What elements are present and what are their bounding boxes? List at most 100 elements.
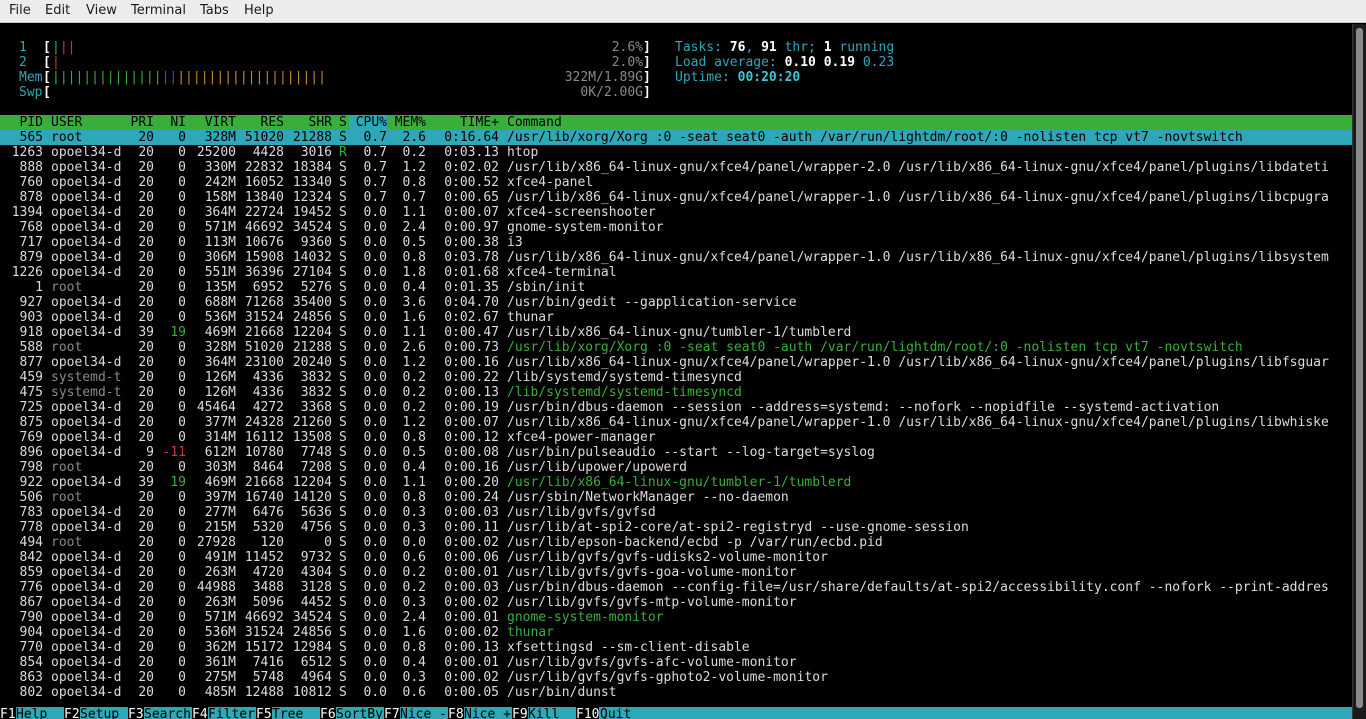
process-row[interactable]: 1 root 20 0 135M 6952 5276 S 0.0 0.4 0:01.35/sbin/…	[0, 280, 1352, 295]
column-header-pri[interactable]: PRI	[127, 115, 154, 130]
process-row[interactable]: 459 systemd-t 20 0 126M 4336 3832 S 0.0 0.2 0:00.2…	[0, 370, 1352, 385]
process-row[interactable]: 878 opoel34-d 20 0 158M 13840 12324 S 0.7 0.7 0:00…	[0, 190, 1352, 205]
cell-user: opoel34-d	[51, 430, 122, 445]
column-header-s[interactable]: S	[339, 115, 349, 130]
column-header-mem[interactable]: MEM%	[387, 115, 426, 130]
process-row[interactable]: 1394 opoel34-d 20 0 364M 22724 19452 S 0.0 1.1 0:0…	[0, 205, 1352, 220]
process-row[interactable]: 717 opoel34-d 20 0 113M 10676 9360 S 0.0 0.5 0:00.…	[0, 235, 1352, 250]
column-header-cpu[interactable]: CPU%	[349, 115, 387, 130]
menu-terminal[interactable]: Terminal	[131, 3, 186, 18]
process-row[interactable]: 877 opoel34-d 20 0 364M 23100 20240 S 0.0 1.2 0:00…	[0, 355, 1352, 370]
cell-mem: 0.4	[402, 460, 426, 475]
fkey-label-f9[interactable]: Kill	[528, 707, 575, 719]
process-row[interactable]: 927 opoel34-d 20 0 688M 71268 35400 S 0.0 3.6 0:04…	[0, 295, 1352, 310]
column-header-ni[interactable]: NI	[154, 115, 186, 130]
cell-cmd: /usr/lib/xorg/Xorg :0 -seat seat0 -auth …	[507, 130, 1243, 145]
fkey-f4[interactable]: F4	[192, 707, 208, 719]
process-row[interactable]: 494 root 20 0 27928 120 0 S 0.0 0.0 0:00.02/usr/li…	[0, 535, 1352, 550]
process-row[interactable]: 760 opoel34-d 20 0 242M 16052 13340 S 0.7 0.8 0:00…	[0, 175, 1352, 190]
column-header-user[interactable]: USER	[51, 115, 127, 130]
process-row[interactable]: 506 root 20 0 397M 16740 14120 S 0.0 0.8 0:00.24/u…	[0, 490, 1352, 505]
process-row[interactable]: 918 opoel34-d 39 19 469M 21668 12204 S 0.0 1.1 0:0…	[0, 325, 1352, 340]
process-row[interactable]: 903 opoel34-d 20 0 536M 31524 24856 S 0.0 1.6 0:02…	[0, 310, 1352, 325]
cell-pri: 20	[138, 370, 154, 385]
process-row[interactable]: 798 root 20 0 303M 8464 7208 S 0.0 0.4 0:00.16/usr…	[0, 460, 1352, 475]
fkey-f9[interactable]: F9	[512, 707, 528, 719]
process-row[interactable]: 875 opoel34-d 20 0 377M 24328 21260 S 0.0 1.2 0:00…	[0, 415, 1352, 430]
process-row[interactable]: 790 opoel34-d 20 0 571M 46692 34524 S 0.0 2.4 0:00…	[0, 610, 1352, 625]
fkey-label-f4[interactable]: Filter	[208, 707, 255, 719]
fkey-f1[interactable]: F1	[0, 707, 16, 719]
fkey-label-f1[interactable]: Help	[16, 707, 63, 719]
fkey-label-f10[interactable]: Quit	[600, 707, 631, 719]
terminal-scrollbar[interactable]	[1352, 24, 1366, 719]
fkey-f3[interactable]: F3	[128, 707, 144, 719]
column-header-res[interactable]: RES	[236, 115, 284, 130]
fkey-label-f8[interactable]: Nice +	[464, 707, 511, 719]
process-row[interactable]: 879 opoel34-d 20 0 306M 15908 14032 S 0.0 0.8 0:03…	[0, 250, 1352, 265]
cell-pri: 20	[138, 235, 154, 250]
cell-ni: 0	[178, 505, 186, 520]
cell-time: 0:00.12	[444, 430, 499, 445]
process-row[interactable]: 725 opoel34-d 20 0 45464 4272 3368 S 0.0 0.2 0:00.…	[0, 400, 1352, 415]
process-row[interactable]: 778 opoel34-d 20 0 215M 5320 4756 S 0.0 0.3 0:00.1…	[0, 520, 1352, 535]
cell-user: opoel34-d	[51, 565, 122, 580]
fkey-f10[interactable]: F10	[576, 707, 600, 719]
process-row[interactable]: 1226 opoel34-d 20 0 551M 36396 27104 S 0.0 1.8 0:0…	[0, 265, 1352, 280]
cell-mem: 1.2	[402, 160, 426, 175]
column-header-pid[interactable]: PID	[0, 115, 43, 130]
process-row[interactable]: 842 opoel34-d 20 0 491M 11452 9732 S 0.0 0.6 0:00.…	[0, 550, 1352, 565]
cell-mem: 0.2	[402, 580, 426, 595]
cell-mem: 3.6	[402, 295, 426, 310]
fkey-label-f2[interactable]: Setup	[80, 707, 127, 719]
process-row[interactable]: 867 opoel34-d 20 0 263M 5096 4452 S 0.0 0.3 0:00.0…	[0, 595, 1352, 610]
process-row[interactable]: 770 opoel34-d 20 0 362M 15172 12984 S 0.0 0.8 0:00…	[0, 640, 1352, 655]
load-average: Load average: 0.10 0.19 0.23	[675, 55, 895, 70]
process-row[interactable]: 859 opoel34-d 20 0 263M 4720 4304 S 0.0 0.2 0:00.0…	[0, 565, 1352, 580]
process-row[interactable]: 1263 opoel34-d 20 0 25200 4428 3016 R 0.7 0.2 0:03…	[0, 145, 1352, 160]
menu-file[interactable]: File	[9, 3, 31, 18]
fkey-label-f7[interactable]: Nice -	[400, 707, 447, 719]
process-row[interactable]: 802 opoel34-d 20 0 485M 12488 10812 S 0.0 0.6 0:00…	[0, 685, 1352, 700]
fkey-f8[interactable]: F8	[448, 707, 464, 719]
fkey-label-f6[interactable]: SortBy	[336, 707, 383, 719]
process-row[interactable]: 863 opoel34-d 20 0 275M 5748 4964 S 0.0 0.3 0:00.0…	[0, 670, 1352, 685]
scrollbar-thumb[interactable]	[1356, 28, 1363, 708]
column-header-shr[interactable]: SHR	[284, 115, 332, 130]
cell-virt: 571M	[204, 220, 236, 235]
process-row[interactable]: 588 root 20 0 328M 51020 21288 S 0.0 2.6 0:00.73/u…	[0, 340, 1352, 355]
column-header-cmd[interactable]: Command	[507, 115, 1352, 130]
cell-s: S	[339, 385, 347, 400]
menu-tabs[interactable]: Tabs	[200, 3, 229, 18]
column-header-virt[interactable]: VIRT	[186, 115, 236, 130]
process-row[interactable]: 854 opoel34-d 20 0 361M 7416 6512 S 0.0 0.4 0:00.0…	[0, 655, 1352, 670]
cell-pid: 778	[19, 520, 43, 535]
process-row[interactable]: 896 opoel34-d 9 -11 612M 10780 7748 S 0.0 0.5 0:00…	[0, 445, 1352, 460]
process-row[interactable]: 776 opoel34-d 20 0 44988 3488 3128 S 0.0 0.2 0:00.…	[0, 580, 1352, 595]
process-row[interactable]: 904 opoel34-d 20 0 536M 31524 24856 S 0.0 1.6 0:00…	[0, 625, 1352, 640]
cell-ni: 0	[178, 265, 186, 280]
process-row[interactable]: 565 root 20 0 328M 51020 21288 S 0.7 2.6 0:16.64/u…	[0, 130, 1352, 145]
terminal-area[interactable]: 1 [ ||| 2.6% ] 2 [ | 2.0% ] Mem [ ||||||…	[0, 24, 1352, 719]
process-row[interactable]: 769 opoel34-d 20 0 314M 16112 13508 S 0.0 0.8 0:00…	[0, 430, 1352, 445]
menu-help[interactable]: Help	[244, 3, 274, 18]
fkey-f7[interactable]: F7	[384, 707, 400, 719]
cell-s: S	[339, 475, 347, 490]
fkey-f6[interactable]: F6	[320, 707, 336, 719]
cell-time: 0:00.24	[444, 490, 499, 505]
menu-view[interactable]: View	[86, 3, 117, 18]
process-row[interactable]: 475 systemd-t 20 0 126M 4336 3832 S 0.0 0.2 0:00.1…	[0, 385, 1352, 400]
process-row[interactable]: 783 opoel34-d 20 0 277M 6476 5636 S 0.0 0.3 0:00.0…	[0, 505, 1352, 520]
fkey-label-f3[interactable]: Search	[144, 707, 191, 719]
process-row[interactable]: 922 opoel34-d 39 19 469M 21668 12204 S 0.0 1.1 0:0…	[0, 475, 1352, 490]
cell-ni: 0	[178, 430, 186, 445]
column-header-time[interactable]: TIME+	[426, 115, 499, 130]
cell-shr: 19452	[292, 205, 332, 220]
process-row[interactable]: 768 opoel34-d 20 0 571M 46692 34524 S 0.0 2.4 0:00…	[0, 220, 1352, 235]
fkey-f5[interactable]: F5	[256, 707, 272, 719]
fkey-f2[interactable]: F2	[64, 707, 80, 719]
fkey-label-f5[interactable]: Tree	[272, 707, 319, 719]
menu-edit[interactable]: Edit	[45, 3, 70, 18]
process-row[interactable]: 888 opoel34-d 20 0 330M 22832 18384 S 0.7 1.2 0:02…	[0, 160, 1352, 175]
cell-virt: 126M	[204, 385, 236, 400]
